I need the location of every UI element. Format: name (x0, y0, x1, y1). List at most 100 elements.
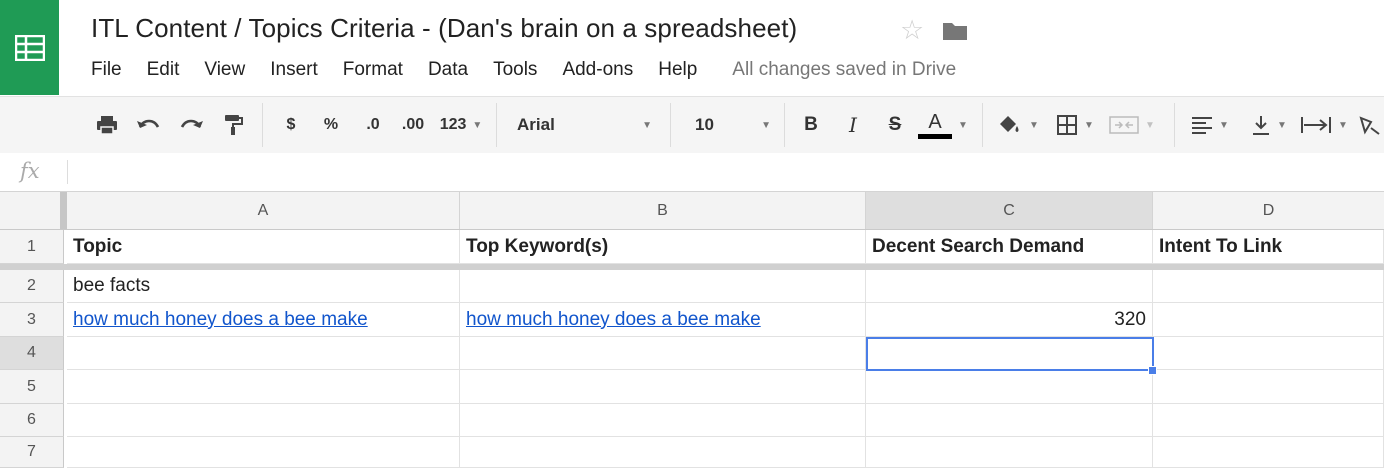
horizontal-align-dropdown[interactable]: ▼ (1186, 97, 1234, 153)
table-row: 4 (0, 337, 1384, 370)
chevron-down-icon: ▼ (1084, 119, 1094, 131)
menu-edit[interactable]: Edit (147, 59, 180, 81)
column-header-b[interactable]: B (460, 192, 866, 229)
currency-format-button[interactable]: $ (280, 97, 302, 153)
table-row: 7 (0, 437, 1384, 468)
merge-cells-dropdown[interactable]: ▼ (1104, 97, 1160, 153)
font-family-dropdown[interactable]: Arial ▼ (517, 97, 652, 153)
cell-c6[interactable] (866, 404, 1153, 437)
cell-a3-link[interactable]: how much honey does a bee make (73, 309, 368, 331)
frozen-column-bar[interactable] (60, 192, 67, 229)
print-icon[interactable] (92, 97, 122, 153)
cell-b1[interactable]: Top Keyword(s) (460, 230, 866, 264)
cell-c2[interactable] (866, 270, 1153, 303)
cell-b3[interactable]: how much honey does a bee make (460, 303, 866, 337)
save-status[interactable]: All changes saved in Drive (732, 59, 956, 81)
fill-handle[interactable] (1148, 366, 1157, 375)
document-title[interactable]: ITL Content / Topics Criteria - (Dan's b… (91, 13, 797, 44)
merge-cells-icon (1109, 116, 1139, 134)
cell-a1[interactable]: Topic (67, 230, 460, 264)
menu-tools[interactable]: Tools (493, 59, 537, 81)
paint-bucket-icon (1000, 116, 1019, 132)
cell-d1[interactable]: Intent To Link (1153, 230, 1384, 264)
menu-insert[interactable]: Insert (270, 59, 318, 81)
cell-d6[interactable] (1153, 404, 1384, 437)
row-header-3[interactable]: 3 (0, 303, 64, 337)
cell-c3[interactable]: 320 (866, 303, 1153, 337)
redo-icon[interactable] (176, 97, 206, 153)
text-overflow-icon (1301, 117, 1332, 133)
cell-a7[interactable] (67, 437, 460, 468)
row-header-4[interactable]: 4 (0, 337, 64, 370)
borders-dropdown[interactable]: ▼ (1052, 97, 1098, 153)
font-size-dropdown[interactable]: 10 ▼ (695, 97, 771, 153)
table-row: 5 (0, 370, 1384, 404)
column-header-d[interactable]: D (1153, 192, 1384, 229)
cell-d2[interactable] (1153, 270, 1384, 303)
row-header-7[interactable]: 7 (0, 437, 64, 468)
cell-d7[interactable] (1153, 437, 1384, 468)
decrease-decimal-label: .0 (366, 116, 380, 133)
paint-format-icon[interactable] (218, 97, 248, 153)
cell-b7[interactable] (460, 437, 866, 468)
cell-a6[interactable] (67, 404, 460, 437)
chevron-down-icon: ▼ (642, 119, 652, 131)
cell-b4[interactable] (460, 337, 866, 370)
cell-c7[interactable] (866, 437, 1153, 468)
text-color-icon: A (928, 110, 942, 133)
formula-input[interactable] (80, 159, 1374, 187)
chevron-down-icon: ▼ (958, 119, 968, 131)
cell-b5[interactable] (460, 370, 866, 404)
cell-a3[interactable]: how much honey does a bee make (67, 303, 460, 337)
increase-decimal-label: .00 (401, 116, 425, 133)
row-header-2[interactable]: 2 (0, 270, 64, 303)
menu-format[interactable]: Format (343, 59, 403, 81)
row-header-1[interactable]: 1 (0, 230, 64, 264)
chevron-down-icon: ▼ (1029, 119, 1039, 131)
cell-b2[interactable] (460, 270, 866, 303)
cell-c4[interactable] (866, 337, 1153, 370)
cell-c1[interactable]: Decent Search Demand (866, 230, 1153, 264)
cell-b3-link[interactable]: how much honey does a bee make (466, 309, 761, 331)
cell-c5[interactable] (866, 370, 1153, 404)
text-color-dropdown[interactable]: A ▼ (918, 97, 968, 153)
menu-add-ons[interactable]: Add-ons (562, 59, 633, 81)
vertical-align-dropdown[interactable]: ▼ (1246, 97, 1292, 153)
cell-a4[interactable] (67, 337, 460, 370)
more-formats-dropdown[interactable]: 123 ▼ (438, 97, 484, 153)
sheets-grid-icon (14, 34, 45, 61)
text-rotation-dropdown[interactable] (1358, 97, 1384, 153)
cell-d3[interactable] (1153, 303, 1384, 337)
cell-a2[interactable]: bee facts (67, 270, 460, 303)
star-icon[interactable]: ☆ (900, 17, 924, 44)
cell-d5[interactable] (1153, 370, 1384, 404)
select-all-corner[interactable] (0, 192, 65, 229)
column-header-c[interactable]: C (866, 192, 1153, 229)
column-header-a[interactable]: A (67, 192, 460, 229)
sheets-logo-icon[interactable] (0, 0, 59, 95)
chevron-down-icon: ▼ (1219, 119, 1229, 131)
menu-bar: File Edit View Insert Format Data Tools … (91, 59, 956, 81)
decrease-decimal-button[interactable]: .0 (358, 97, 388, 153)
folder-icon[interactable] (942, 21, 968, 41)
align-bottom-icon (1253, 116, 1270, 135)
text-wrapping-dropdown[interactable]: ▼ (1298, 97, 1350, 153)
increase-decimal-button[interactable]: .00 (398, 97, 428, 153)
cell-b6[interactable] (460, 404, 866, 437)
percent-format-button[interactable]: % (320, 97, 342, 153)
fill-color-dropdown[interactable]: ▼ (994, 97, 1042, 153)
bold-button[interactable]: B (798, 97, 824, 153)
undo-icon[interactable] (134, 97, 164, 153)
table-row: 2 bee facts (0, 270, 1384, 303)
menu-view[interactable]: View (204, 59, 245, 81)
menu-help[interactable]: Help (658, 59, 697, 81)
row-header-5[interactable]: 5 (0, 370, 64, 404)
italic-button[interactable]: I (840, 97, 866, 153)
menu-file[interactable]: File (91, 59, 122, 81)
chevron-down-icon: ▼ (472, 119, 483, 131)
cell-d4[interactable] (1153, 337, 1384, 370)
cell-a5[interactable] (67, 370, 460, 404)
strikethrough-button[interactable]: S (882, 97, 908, 153)
row-header-6[interactable]: 6 (0, 404, 64, 437)
menu-data[interactable]: Data (428, 59, 468, 81)
